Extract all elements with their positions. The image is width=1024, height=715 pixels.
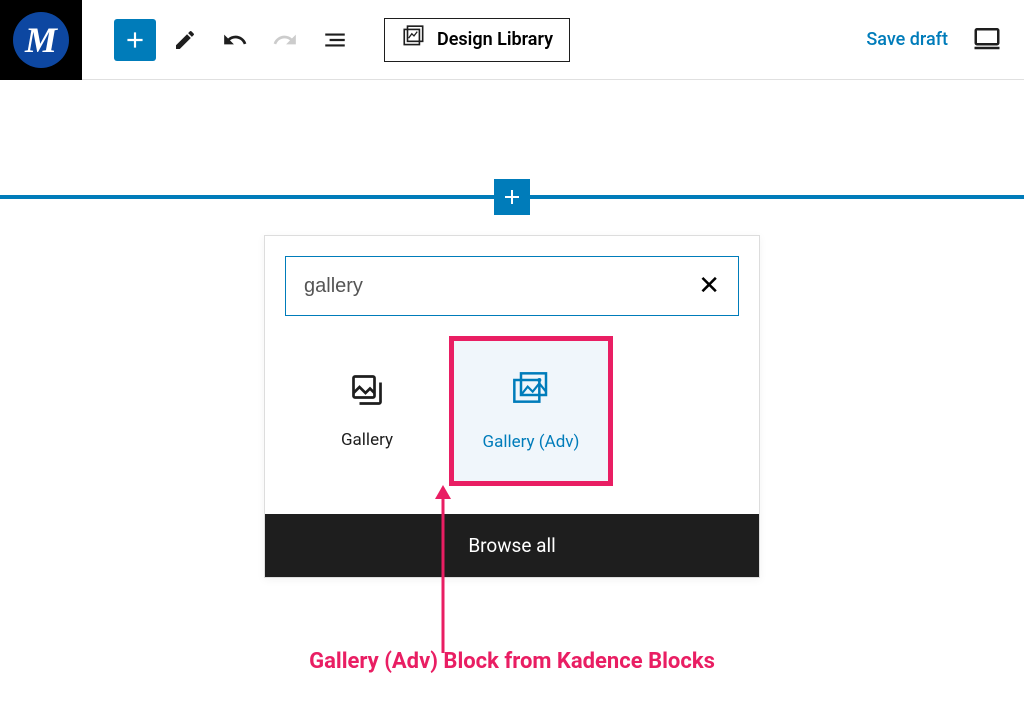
redo-icon xyxy=(264,19,306,61)
annotation-text: Gallery (Adv) Block from Kadence Blocks xyxy=(0,649,1024,674)
annotation-arrow xyxy=(433,485,453,657)
inline-add-block-button[interactable] xyxy=(494,179,530,215)
preview-icon[interactable] xyxy=(972,23,1002,57)
add-block-button[interactable] xyxy=(114,19,156,61)
block-option-gallery-adv[interactable]: Gallery (Adv) xyxy=(449,336,613,486)
undo-icon[interactable] xyxy=(214,19,256,61)
design-library-icon xyxy=(401,24,427,55)
block-search-input[interactable] xyxy=(304,275,698,298)
edit-icon[interactable] xyxy=(164,19,206,61)
save-draft-button[interactable]: Save draft xyxy=(866,29,948,50)
site-logo[interactable]: M xyxy=(0,0,82,80)
design-library-label: Design Library xyxy=(437,29,553,50)
block-insertion-line xyxy=(0,195,1024,199)
block-inserter-panel: ✕ Gallery Gallery (Adv) Browse all xyxy=(264,235,760,578)
editor-canvas xyxy=(0,80,1024,199)
block-label: Gallery xyxy=(341,430,393,450)
browse-all-button[interactable]: Browse all xyxy=(265,514,759,577)
document-outline-icon[interactable] xyxy=(314,19,356,61)
top-toolbar: M Design Library Save draft xyxy=(0,0,1024,80)
gallery-adv-icon xyxy=(511,370,551,414)
block-option-gallery[interactable]: Gallery xyxy=(285,336,449,486)
search-box: ✕ xyxy=(285,256,739,316)
block-label: Gallery (Adv) xyxy=(483,432,580,452)
logo-letter: M xyxy=(25,19,57,61)
design-library-button[interactable]: Design Library xyxy=(384,18,570,62)
gallery-icon xyxy=(349,372,385,412)
clear-search-icon[interactable]: ✕ xyxy=(698,271,720,301)
